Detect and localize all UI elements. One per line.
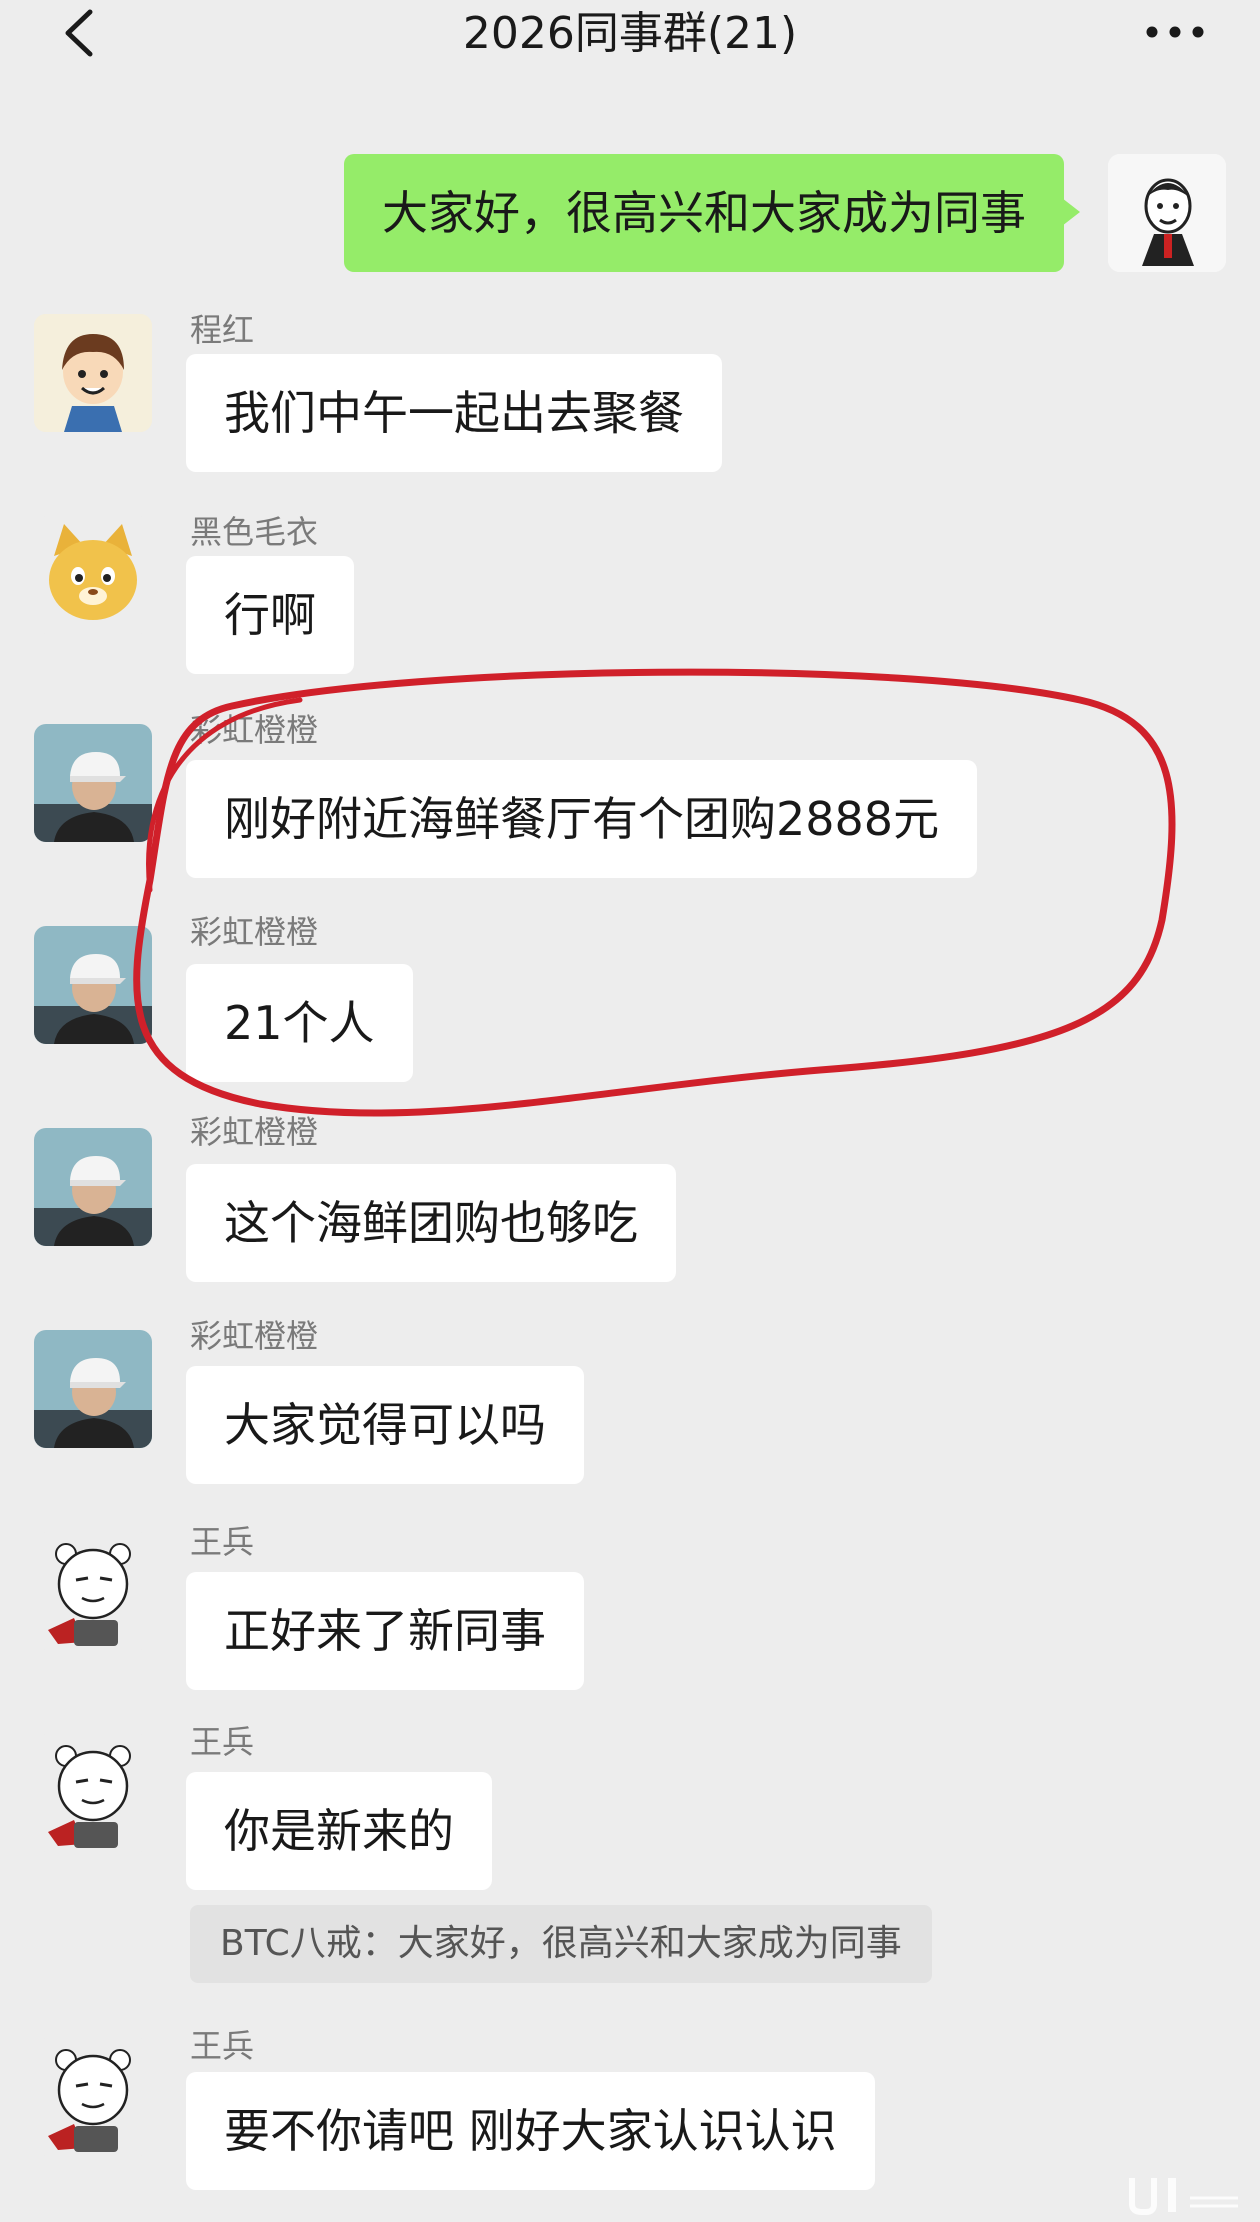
avatar[interactable] [34,314,152,432]
message-bubble[interactable]: 大家觉得可以吗 [186,1366,584,1484]
cartoon-cat-avatar-icon [34,516,152,634]
avatar[interactable] [34,2038,152,2156]
self-avatar[interactable] [1108,154,1226,272]
message-item: 彩虹橙橙 21个人 [0,914,1260,1084]
photo-avatar-man-cap-icon [34,724,152,842]
message-item: 彩虹橙橙 大家觉得可以吗 [0,1316,1260,1486]
message-bubble[interactable]: 行啊 [186,556,354,674]
message-bubble[interactable]: 我们中午一起出去聚餐 [186,354,722,472]
message-bubble[interactable]: 刚好附近海鲜餐厅有个团购2888元 [186,760,978,878]
message-item: 王兵 正好来了新同事 [0,1518,1260,1690]
message-bubble[interactable]: 21个人 [186,964,413,1082]
sender-name: 程红 [190,311,255,349]
avatar[interactable] [34,926,152,1044]
meme-bear-avatar-icon [34,1734,152,1852]
message-item: 程红 我们中午一起出去聚餐 [0,300,1260,472]
sender-name: 彩虹橙橙 [190,913,319,951]
avatar[interactable] [34,516,152,634]
message-item: 黑色毛衣 行啊 [0,510,1260,680]
sender-name: 王兵 [190,2027,255,2065]
more-button[interactable] [1140,12,1210,52]
meme-bear-avatar-icon [34,2038,152,2156]
message-bubble[interactable]: 这个海鲜团购也够吃 [186,1164,676,1282]
sender-name: 黑色毛衣 [190,513,319,551]
message-item: 王兵 要不你请吧 刚好大家认识认识 [0,2026,1260,2196]
message-item: 彩虹橙橙 这个海鲜团购也够吃 [0,1114,1260,1284]
meme-bear-avatar-icon [34,1532,152,1650]
quoted-message-note[interactable]: BTC八戒：大家好，很高兴和大家成为同事 [190,1905,932,1983]
cartoon-man-avatar-icon [1108,154,1226,272]
avatar[interactable] [34,724,152,842]
sender-name: 王兵 [190,1523,255,1561]
chat-title: 2026同事群(21) [462,8,798,59]
message-item: 彩虹橙橙 刚好附近海鲜餐厅有个团购2888元 [0,712,1260,882]
self-message-bubble[interactable]: 大家好，很高兴和大家成为同事 [344,154,1080,272]
self-message: 大家好，很高兴和大家成为同事 [0,154,1260,274]
sender-name: 彩虹橙橙 [190,711,319,749]
message-bubble[interactable]: 你是新来的 [186,1772,492,1890]
photo-avatar-man-cap-icon [34,1128,152,1246]
message-bubble[interactable]: 要不你请吧 刚好大家认识认识 [186,2072,875,2190]
more-dots-icon [1146,26,1204,38]
avatar[interactable] [34,1532,152,1650]
watermark-icon [1129,2178,1238,2215]
photo-avatar-man-cap-icon [34,1330,152,1448]
sender-name: 王兵 [190,1723,255,1761]
photo-avatar-man-cap-icon [34,926,152,1044]
sender-name: 彩虹橙橙 [190,1317,319,1355]
message-item: 王兵 你是新来的 [0,1720,1260,1890]
message-bubble[interactable]: 正好来了新同事 [186,1572,584,1690]
avatar[interactable] [34,1128,152,1246]
top-bar: 2026同事群(21) [0,0,1260,70]
cartoon-boy-avatar-icon [34,314,152,432]
avatar[interactable] [34,1734,152,1852]
sender-name: 彩虹橙橙 [190,1113,319,1151]
avatar[interactable] [34,1330,152,1448]
